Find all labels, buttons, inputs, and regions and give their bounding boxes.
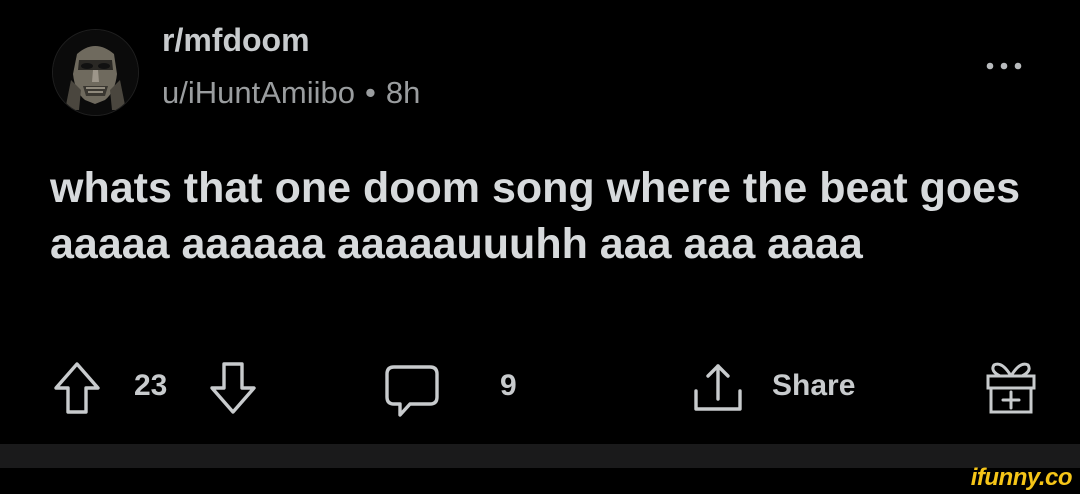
share-arrow-icon bbox=[694, 364, 742, 411]
subreddit-name[interactable]: r/mfdoom bbox=[162, 22, 310, 59]
ifunny-watermark: ifunny.co bbox=[970, 464, 1073, 491]
vote-score: 23 bbox=[134, 369, 168, 402]
post-card: r/mfdoom u/iHuntAmiibo • 8h whats that one… bbox=[0, 0, 1080, 444]
gift-box-icon bbox=[986, 362, 1036, 414]
mask-avatar-icon[interactable] bbox=[52, 29, 139, 116]
downvote-button[interactable] bbox=[208, 359, 258, 417]
award-button[interactable] bbox=[980, 357, 1042, 417]
section-divider bbox=[0, 444, 1080, 468]
comment-count[interactable]: 9 bbox=[500, 369, 517, 403]
share-label[interactable]: Share bbox=[772, 369, 855, 403]
arrow-up-outline-icon bbox=[54, 362, 100, 414]
post-age: 8h bbox=[385, 75, 421, 110]
author-link[interactable]: u/iHuntAmiibo bbox=[162, 75, 355, 110]
meta-separator: • bbox=[364, 75, 376, 110]
more-options-button[interactable] bbox=[982, 44, 1026, 88]
action-bar: 23 9 Share bbox=[0, 355, 1080, 425]
arrow-down-outline-icon bbox=[210, 362, 256, 414]
comments-button[interactable] bbox=[382, 363, 442, 421]
share-button[interactable] bbox=[690, 361, 746, 419]
speech-bubble-icon bbox=[385, 365, 439, 417]
ellipsis-icon bbox=[986, 62, 1022, 70]
bottom-strip: ifunny.co bbox=[0, 464, 1080, 494]
upvote-button[interactable] bbox=[52, 359, 102, 417]
post-title[interactable]: whats that one doom song where the beat … bbox=[50, 160, 1050, 272]
post-meta: u/iHuntAmiibo • 8h bbox=[162, 75, 420, 111]
